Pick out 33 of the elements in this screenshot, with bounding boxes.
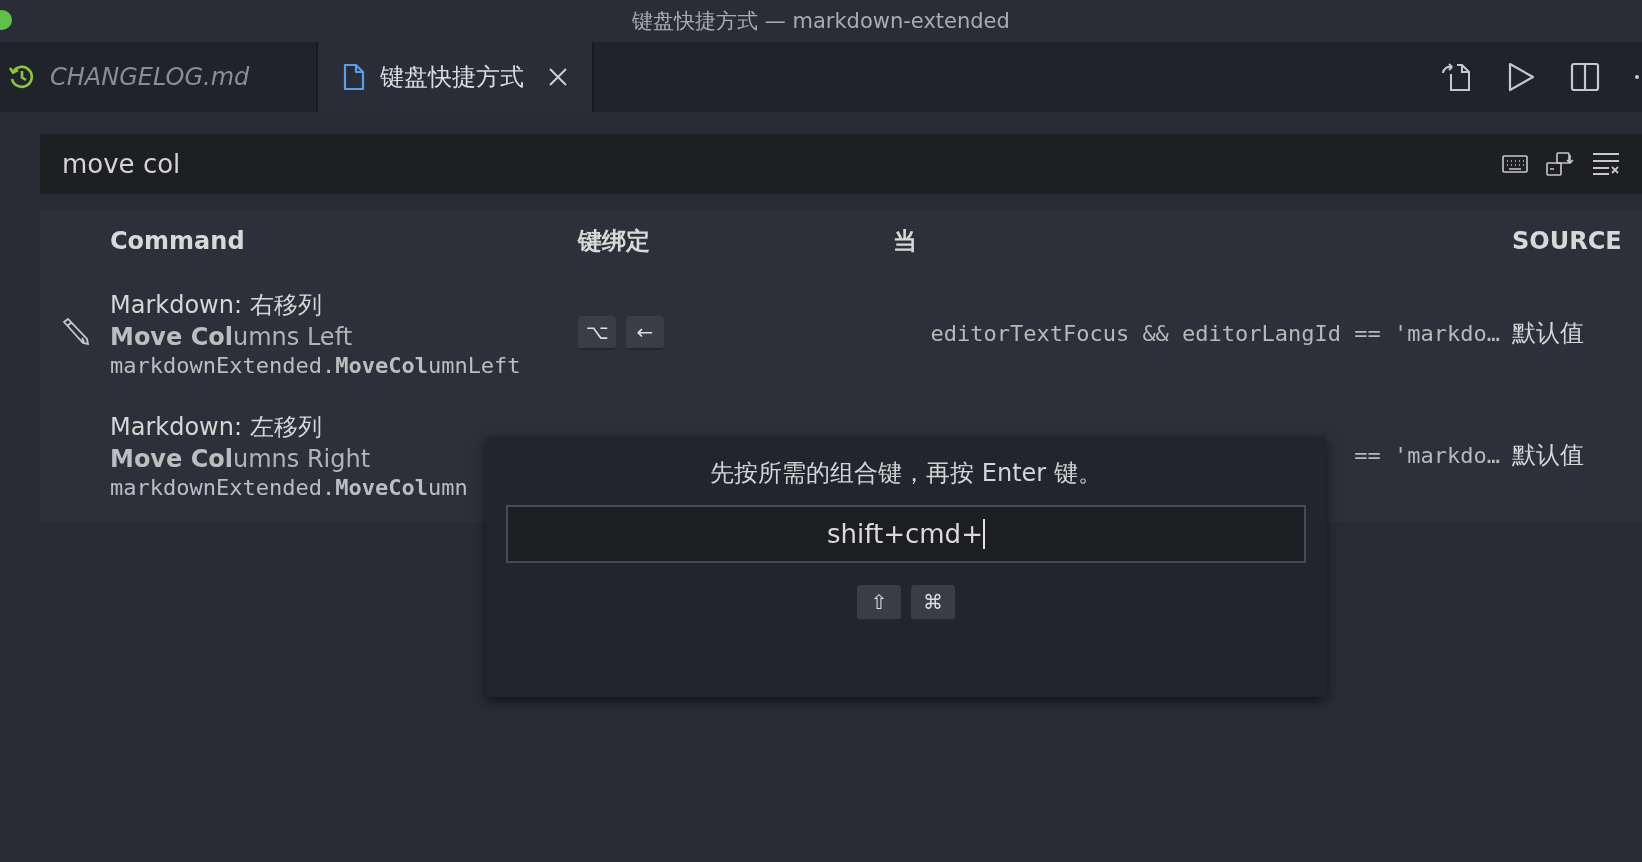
when-clause: editorTextFocus && editorLangId == 'markdo…: [929, 320, 1501, 346]
key-badge: ⌘: [911, 585, 955, 621]
keyboard-icon[interactable]: [1502, 155, 1528, 173]
column-header: 键绑定: [578, 226, 651, 257]
editor-tab[interactable]: 键盘快捷方式: [318, 42, 594, 112]
clear-filter-icon[interactable]: [1592, 152, 1620, 176]
sort-precedence-icon[interactable]: [1546, 151, 1574, 177]
dialog-message: 先按所需的组合键，再按 Enter 键。: [710, 458, 1102, 489]
command-id: markdownExtended.MoveColumnLeft: [110, 352, 522, 378]
history-icon: [8, 63, 36, 91]
pencil-icon[interactable]: [61, 317, 89, 345]
command-label: Move Columns Right: [110, 444, 372, 473]
key-badge: ⇧: [857, 585, 901, 621]
close-icon[interactable]: [548, 67, 568, 87]
command-title: Markdown: 右移列: [110, 289, 323, 321]
key-badge: ⌥: [578, 316, 616, 350]
source-value: 默认值: [1512, 318, 1585, 349]
search-field[interactable]: move col: [40, 134, 1642, 194]
source-value: 默认值: [1512, 440, 1585, 471]
command-id: markdownExtended.MoveColumn: [110, 474, 469, 500]
window-title: 键盘快捷方式 — markdown-extended: [632, 8, 1010, 35]
command-title: Markdown: 左移列: [110, 411, 323, 443]
command-label: Move Columns Left: [110, 322, 354, 351]
file-icon: [342, 63, 366, 91]
split-editor-icon[interactable]: [1570, 62, 1600, 92]
when-clause: == 'markdo…: [1353, 442, 1501, 468]
run-icon[interactable]: [1506, 61, 1536, 93]
key-badge: ←: [626, 316, 664, 350]
column-header: 当: [893, 226, 918, 257]
open-file-icon[interactable]: [1440, 61, 1472, 93]
keybinding-input[interactable]: shift+cmd+: [506, 505, 1306, 563]
column-header: SOURCE: [1512, 227, 1623, 255]
column-header: Command: [110, 227, 246, 255]
